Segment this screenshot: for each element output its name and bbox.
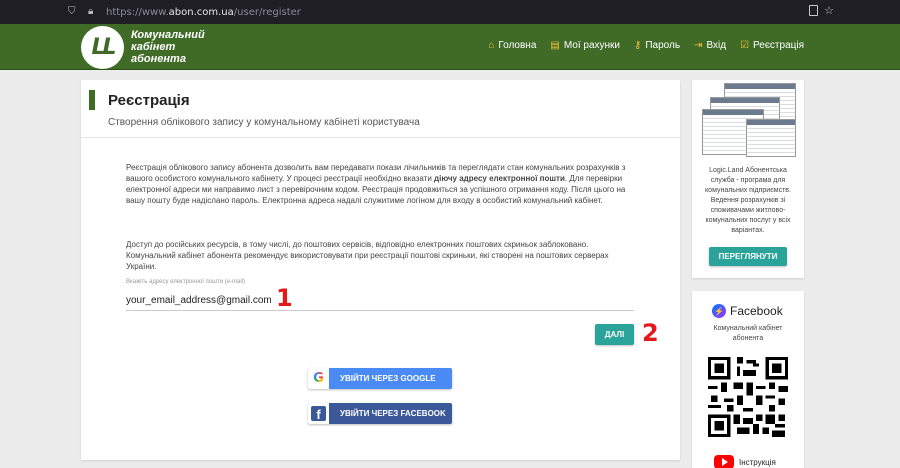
logo-line-1: Комунальний — [131, 29, 205, 41]
logo-text[interactable]: Комунальний кабінет абонента — [131, 29, 205, 65]
bookmark-star-icon[interactable]: ☆ — [824, 4, 834, 17]
logo-line-3: абонента — [131, 53, 186, 65]
main-nav: ⌂ Головна ▤ Мої рахунки ⚷ Пароль ⇥ Вхід … — [488, 40, 804, 51]
google-mark: G — [313, 371, 324, 386]
view-button[interactable]: ПЕРЕГЛЯНУТИ — [709, 247, 787, 266]
email-field[interactable] — [126, 291, 634, 311]
description-bold: діючу адресу електронної пошти — [434, 174, 565, 183]
browser-address-bar: ⛉ 🔒︎ https://www.abon.com.ua/user/regist… — [0, 0, 900, 24]
messenger-icon: ⚡ — [712, 304, 726, 318]
next-button[interactable]: ДАЛІ — [595, 324, 634, 345]
annotation-number-1: 1 — [276, 284, 293, 312]
nav-item-login[interactable]: ⇥ Вхід — [694, 40, 726, 51]
url-path: /user/register — [233, 6, 301, 18]
key-icon: ⚷ — [634, 39, 642, 51]
page-title: Реєстрація — [108, 92, 190, 109]
title-accent-bar — [89, 90, 95, 110]
google-button-label: УВІЙТИ ЧЕРЕЗ GOOGLE — [340, 374, 436, 383]
receipt-icon: ▤ — [550, 39, 560, 51]
url-field[interactable]: https://www.abon.com.ua/user/register — [106, 7, 301, 18]
facebook-button-label: УВІЙТИ ЧЕРЕЗ FACEBOOK — [340, 409, 446, 418]
facebook-subtitle: Комунальний кабінет абонента — [713, 325, 783, 342]
nav-item-accounts[interactable]: ▤ Мої рахунки — [550, 40, 620, 51]
nav-label: Мої рахунки — [563, 40, 621, 51]
facebook-mark: f — [311, 406, 326, 421]
logo-mark: LL — [91, 35, 116, 60]
screenshot-window — [746, 119, 796, 157]
nav-item-home[interactable]: ⌂ Головна — [488, 40, 536, 51]
google-login-button[interactable]: G УВІЙТИ ЧЕРЕЗ GOOGLE — [308, 368, 452, 389]
reader-view-icon[interactable] — [809, 5, 818, 16]
page-subtitle: Створення облікового запису у комунально… — [108, 117, 420, 128]
annotation-number-2: 2 — [642, 319, 659, 347]
nav-item-register[interactable]: ☑ Реєстрація — [740, 40, 804, 51]
facebook-icon: f — [308, 403, 329, 424]
site-logo[interactable]: LL — [81, 26, 124, 69]
nav-item-password[interactable]: ⚷ Пароль — [634, 40, 680, 51]
site-header: LL Комунальний кабінет абонента ⌂ Головн… — [0, 24, 900, 70]
facebook-card: ⚡ Facebook Комунальний кабінет абонента … — [692, 291, 804, 468]
nav-label: Пароль — [645, 40, 681, 51]
facebook-login-button[interactable]: f УВІЙТИ ЧЕРЕЗ FACEBOOK — [308, 403, 452, 424]
google-icon: G — [308, 368, 329, 389]
url-prefix: https://www. — [106, 6, 169, 18]
promo-card: Logic.Land Абонентська служба - програма… — [692, 80, 804, 278]
access-notice: Доступ до російських ресурсів, в тому чи… — [126, 240, 609, 271]
promo-text: Logic.Land Абонентська служба - програма… — [705, 167, 791, 234]
facebook-title: Facebook — [730, 304, 783, 318]
youtube-label: Інструкція — [739, 457, 776, 467]
login-icon: ⇥ — [694, 39, 703, 51]
email-field-label: Вкажіть адресу електронної пошти (e-mail… — [126, 279, 246, 285]
facebook-link[interactable]: ⚡ Facebook — [712, 304, 783, 318]
lock-icon[interactable]: 🔒︎ — [88, 6, 98, 18]
registration-description: Реєстрація облікового запису абонента до… — [126, 162, 636, 206]
check-icon: ☑ — [740, 39, 750, 51]
registration-card: Реєстрація Створення облікового запису у… — [81, 80, 680, 460]
nav-label: Вхід — [706, 40, 727, 51]
home-icon: ⌂ — [488, 39, 495, 51]
url-domain: abon.com.ua — [168, 6, 234, 18]
youtube-icon — [714, 455, 734, 468]
software-screenshots-image[interactable] — [702, 83, 798, 159]
nav-label: Головна — [498, 40, 537, 51]
nav-label: Реєстрація — [753, 40, 804, 51]
youtube-instruction-link[interactable]: Інструкція — [714, 455, 776, 468]
divider — [81, 137, 680, 138]
logo-line-2: кабінет — [131, 41, 176, 53]
qr-code-image[interactable] — [708, 357, 788, 437]
shield-icon[interactable]: ⛉ — [68, 6, 78, 18]
